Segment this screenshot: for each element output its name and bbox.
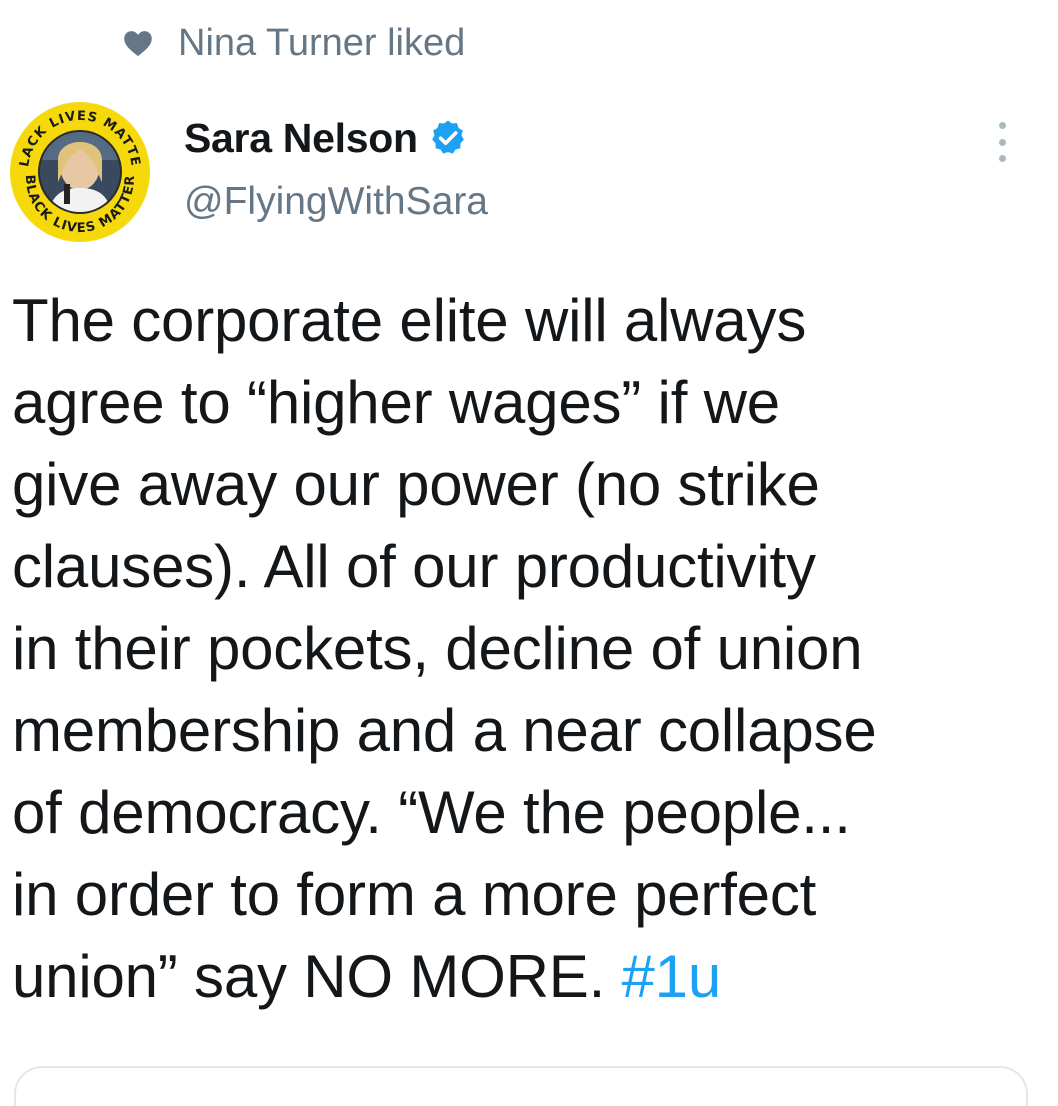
tweet-text-line: membership and a near collapse <box>12 697 877 764</box>
more-options-button[interactable] <box>982 118 1022 166</box>
tweet-text-line: The corporate elite will always <box>12 287 807 354</box>
tweet-text-line: in their pockets, decline of union <box>12 615 863 682</box>
tweet-text-last-segment: union” say NO MORE. <box>12 943 622 1010</box>
tweet-text: The corporate elite will always agree to… <box>12 280 1042 1018</box>
tweet-text-line: clauses). All of our productivity <box>12 533 816 600</box>
author-name-row[interactable]: Sara Nelson <box>184 110 488 166</box>
social-context-label: Nina Turner liked <box>178 22 466 64</box>
tweet-text-line: agree to “higher wages” if we <box>12 369 780 436</box>
more-vertical-icon <box>998 122 1006 129</box>
tweet-text-line-last: union” say NO MORE. #1u <box>12 936 1042 1018</box>
more-vertical-icon-dot <box>998 138 1006 146</box>
verified-badge-icon <box>428 117 470 159</box>
tweet-text-line: in order to form a more perfect <box>12 861 817 928</box>
avatar[interactable]: BLACK LIVES MATTER BLACK LIVES MATTER <box>2 89 152 244</box>
tweet-text-line: give away our power (no strike <box>12 451 820 518</box>
quoted-card-edge[interactable] <box>14 1066 1028 1106</box>
social-context[interactable]: Nina Turner liked <box>118 18 465 68</box>
author-block[interactable]: Sara Nelson @FlyingWithSara <box>184 110 488 228</box>
author-name[interactable]: Sara Nelson <box>184 115 418 162</box>
hashtag-link[interactable]: #1u <box>622 943 722 1010</box>
more-vertical-icon-dot <box>998 155 1006 162</box>
tweet-text-line: of democracy. “We the people... <box>12 779 851 846</box>
author-handle[interactable]: @FlyingWithSara <box>184 176 488 228</box>
heart-icon <box>118 23 158 63</box>
